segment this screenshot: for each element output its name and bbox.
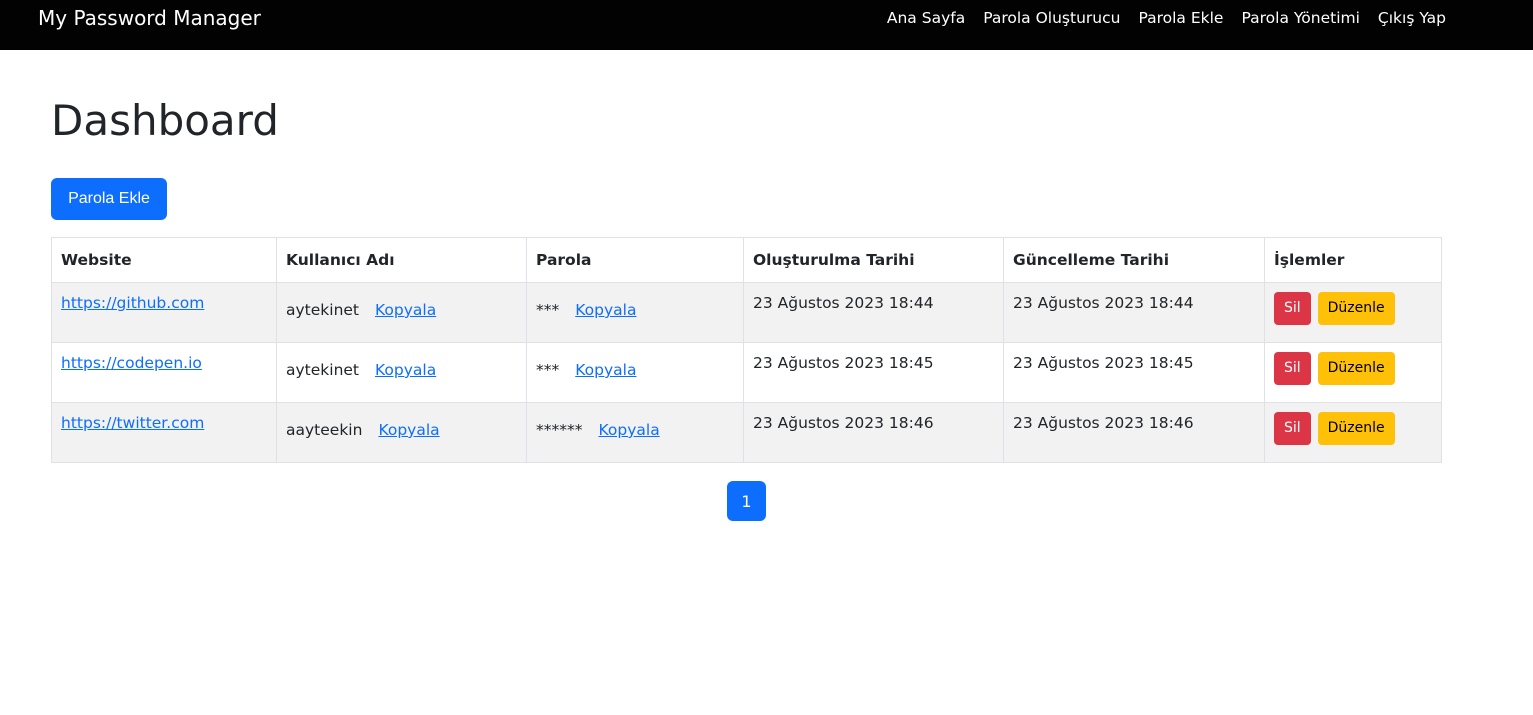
- header-actions: İşlemler: [1264, 237, 1442, 283]
- created-date-cell: 23 Ağustos 2023 18:44: [743, 282, 1004, 343]
- updated-date-cell: 23 Ağustos 2023 18:46: [1003, 402, 1265, 463]
- website-link[interactable]: https://codepen.io: [61, 354, 202, 372]
- table-row: https://github.com aytekinet Kopyala *** K…: [51, 282, 1442, 343]
- username-cell: aayteekin Kopyala: [276, 402, 527, 463]
- header-website: Website: [51, 237, 277, 283]
- nav-link-password-generator[interactable]: Parola Oluşturucu: [983, 9, 1120, 27]
- username-text: aayteekin: [286, 421, 363, 439]
- updated-date-cell: 23 Ağustos 2023 18:44: [1003, 282, 1265, 343]
- copy-password-link[interactable]: Kopyala: [575, 361, 636, 379]
- copy-username-link[interactable]: Kopyala: [375, 301, 436, 319]
- header-password: Parola: [526, 237, 744, 283]
- delete-button[interactable]: Sil: [1274, 352, 1311, 385]
- website-link[interactable]: https://github.com: [61, 294, 204, 312]
- website-link[interactable]: https://twitter.com: [61, 414, 204, 432]
- username-cell: aytekinet Kopyala: [276, 282, 527, 343]
- page-title: Dashboard: [51, 96, 279, 145]
- password-cell: ****** Kopyala: [526, 402, 744, 463]
- delete-button[interactable]: Sil: [1274, 412, 1311, 445]
- delete-button[interactable]: Sil: [1274, 292, 1311, 325]
- copy-password-link[interactable]: Kopyala: [599, 421, 660, 439]
- header-username: Kullanıcı Adı: [276, 237, 527, 283]
- created-date-cell: 23 Ağustos 2023 18:46: [743, 402, 1004, 463]
- passwords-table: Website Kullanıcı Adı Parola Oluşturulma…: [51, 237, 1442, 463]
- password-cell: *** Kopyala: [526, 282, 744, 343]
- updated-date-cell: 23 Ağustos 2023 18:45: [1003, 342, 1265, 403]
- actions-cell: Sil Düzenle: [1264, 402, 1442, 463]
- edit-button[interactable]: Düzenle: [1317, 352, 1395, 385]
- nav-links: Ana Sayfa Parola Oluşturucu Parola Ekle …: [869, 9, 1446, 27]
- copy-username-link[interactable]: Kopyala: [378, 421, 439, 439]
- table-row: https://twitter.com aayteekin Kopyala ***…: [51, 402, 1442, 463]
- header-updated-date: Güncelleme Tarihi: [1003, 237, 1265, 283]
- copy-username-link[interactable]: Kopyala: [375, 361, 436, 379]
- username-text: aytekinet: [286, 361, 360, 379]
- password-text: ***: [536, 301, 560, 319]
- website-cell: https://twitter.com: [51, 402, 277, 463]
- username-text: aytekinet: [286, 301, 360, 319]
- actions-cell: Sil Düzenle: [1264, 282, 1442, 343]
- brand-title[interactable]: My Password Manager: [38, 6, 261, 30]
- website-cell: https://codepen.io: [51, 342, 277, 403]
- edit-button[interactable]: Düzenle: [1317, 412, 1395, 445]
- nav-link-home[interactable]: Ana Sayfa: [887, 9, 965, 27]
- pagination-page-button[interactable]: 1: [727, 481, 766, 521]
- nav-link-logout[interactable]: Çıkış Yap: [1378, 9, 1446, 27]
- actions-cell: Sil Düzenle: [1264, 342, 1442, 403]
- navbar: My Password Manager Ana Sayfa Parola Olu…: [0, 0, 1533, 50]
- nav-link-password-management[interactable]: Parola Yönetimi: [1241, 9, 1359, 27]
- website-cell: https://github.com: [51, 282, 277, 343]
- copy-password-link[interactable]: Kopyala: [575, 301, 636, 319]
- edit-button[interactable]: Düzenle: [1317, 292, 1395, 325]
- table-row: https://codepen.io aytekinet Kopyala *** K…: [51, 342, 1442, 403]
- password-text: ***: [536, 361, 560, 379]
- nav-link-add-password[interactable]: Parola Ekle: [1138, 9, 1223, 27]
- table-header-row: Website Kullanıcı Adı Parola Oluşturulma…: [51, 237, 1442, 283]
- header-created-date: Oluşturulma Tarihi: [743, 237, 1004, 283]
- password-text: ******: [536, 421, 583, 439]
- username-cell: aytekinet Kopyala: [276, 342, 527, 403]
- created-date-cell: 23 Ağustos 2023 18:45: [743, 342, 1004, 403]
- password-cell: *** Kopyala: [526, 342, 744, 403]
- add-password-button[interactable]: Parola Ekle: [51, 178, 167, 220]
